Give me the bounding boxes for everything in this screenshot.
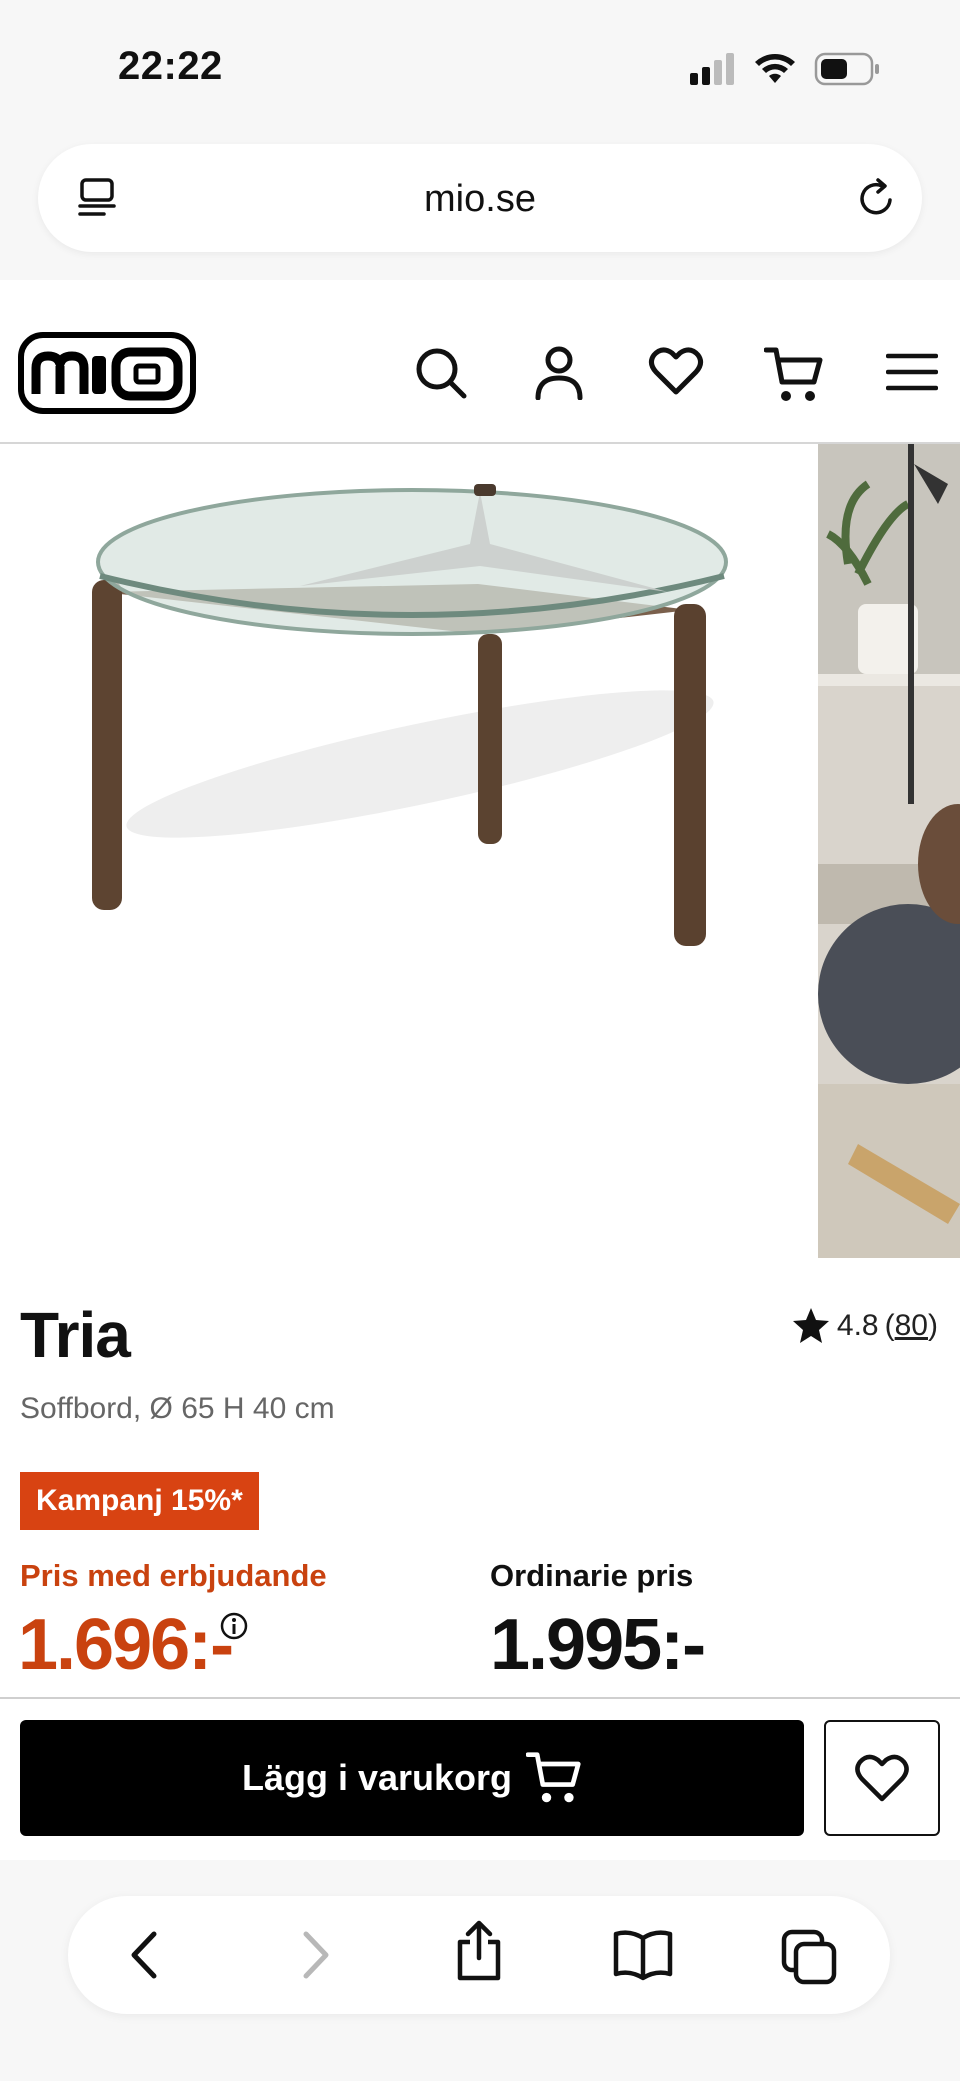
tabs-icon[interactable] [780,1928,838,1991]
reload-icon[interactable] [852,174,900,227]
product-title: Tria [20,1299,131,1371]
back-icon[interactable] [120,1928,170,1987]
rating-count-link[interactable]: 80 [895,1309,928,1342]
status-bar: 22:22 [0,0,960,140]
site-header [0,280,960,444]
offer-price-label: Pris med erbjudande [20,1558,327,1593]
wifi-icon [755,54,795,83]
url-text[interactable]: mio.se [38,178,922,221]
product-image-lifestyle[interactable] [818,444,960,1258]
menu-icon[interactable] [885,352,939,397]
status-icons [688,52,880,86]
offer-price: 1.696:- [18,1605,234,1685]
product-subtitle: Soffbord, Ø 65 H 40 cm [20,1392,335,1425]
battery-icon [814,52,879,86]
browser-toolbar-area [0,1860,960,2081]
browser-toolbar [68,1896,890,2014]
add-to-cart-button[interactable]: Lägg i varukorg [20,1720,804,1836]
star-icon [792,1308,829,1343]
search-icon[interactable] [414,346,468,405]
add-to-wishlist-button[interactable] [824,1720,940,1836]
account-icon[interactable] [534,346,584,405]
divider [0,1697,960,1699]
regular-price-label: Ordinarie pris [490,1558,694,1593]
mio-logo[interactable] [18,332,196,414]
wishlist-heart-icon[interactable] [648,346,704,401]
forward-icon[interactable] [290,1928,340,1987]
rating-value: 4.8 [836,1309,879,1342]
regular-price: 1.995:- [490,1605,706,1685]
product-image-table[interactable] [0,444,816,1258]
browser-address-area: mio.se [0,130,960,280]
cart-icon[interactable] [763,346,824,409]
share-icon[interactable] [452,1920,506,1987]
status-time: 22:22 [118,44,223,88]
product-rating[interactable]: 4.8 (80) [791,1306,938,1346]
bookmarks-icon[interactable] [612,1928,674,1987]
heart-icon [855,1754,909,1802]
cellular-signal-icon [690,53,734,85]
product-gallery[interactable] [0,444,960,1258]
campaign-badge: Kampanj 15%* [20,1472,259,1530]
add-to-cart-label: Lägg i varukorg [241,1757,513,1798]
info-icon[interactable] [220,1612,248,1645]
cart-icon [526,1752,581,1803]
address-bar[interactable]: mio.se [38,144,922,252]
rating-count-wrapper[interactable]: (80) [885,1309,938,1343]
